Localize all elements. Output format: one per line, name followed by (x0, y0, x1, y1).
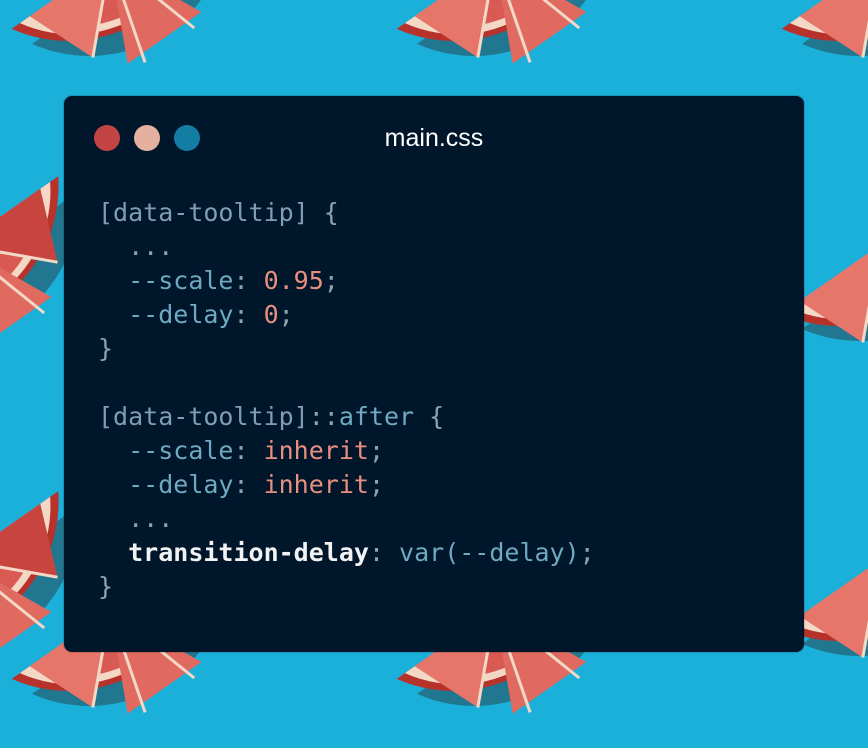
code-line: ... (98, 230, 595, 264)
code-line: [data-tooltip]::after { (98, 400, 595, 434)
close-brace: } (98, 572, 114, 601)
css-value: 0.95 (263, 266, 324, 295)
code-line: --scale: 0.95; (98, 264, 595, 298)
css-property: --delay (128, 300, 234, 329)
css-value: 0 (263, 300, 279, 329)
css-selector: [data-tooltip] (98, 198, 309, 227)
code-line: [data-tooltip] { (98, 196, 595, 230)
code-line: --delay: inherit; (98, 468, 595, 502)
colon: : (233, 436, 264, 465)
code-line: transition-delay: var(--delay); (98, 536, 595, 570)
css-function: var(--delay) (399, 538, 580, 567)
css-property: transition-delay (128, 538, 369, 567)
semicolon: ; (368, 470, 384, 499)
code-line: --scale: inherit; (98, 434, 595, 468)
css-value: inherit (263, 436, 369, 465)
code-line: } (98, 332, 595, 366)
code-line: --delay: 0; (98, 298, 595, 332)
code-block: [data-tooltip] { ... --scale: 0.95; --de… (98, 196, 595, 604)
css-property: --delay (128, 470, 234, 499)
colon: : (368, 538, 400, 567)
code-line: } (98, 570, 595, 604)
code-line: ... (98, 502, 595, 536)
colon: : (233, 300, 264, 329)
css-selector: [data-tooltip] (98, 402, 309, 431)
ellipsis: ... (128, 504, 174, 533)
css-property: --scale (128, 266, 234, 295)
css-property: --scale (128, 436, 234, 465)
ellipsis: ... (128, 232, 174, 261)
pseudo-separator: :: (308, 402, 339, 431)
colon: : (233, 266, 264, 295)
code-window: main.css [data-tooltip] { ... --scale: 0… (64, 96, 804, 652)
colon: : (233, 470, 264, 499)
semicolon: ; (278, 300, 294, 329)
semicolon: ; (323, 266, 339, 295)
pseudo-element: after (338, 402, 415, 431)
css-value: inherit (263, 470, 369, 499)
close-brace: } (98, 334, 114, 363)
window-title: main.css (384, 124, 484, 152)
open-brace: { (308, 198, 339, 227)
open-brace: { (414, 402, 445, 431)
semicolon: ; (368, 436, 384, 465)
semicolon: ; (579, 538, 595, 567)
